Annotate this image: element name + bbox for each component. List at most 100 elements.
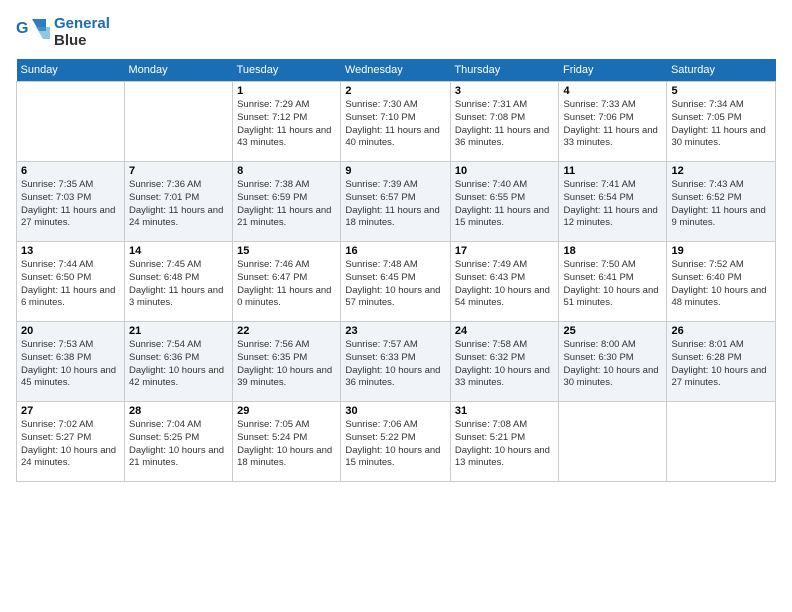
weekday-header: Monday — [125, 59, 233, 82]
day-number: 20 — [21, 325, 120, 337]
calendar-cell: 3Sunrise: 7:31 AM Sunset: 7:08 PM Daylig… — [450, 82, 559, 162]
day-info: Sunrise: 7:06 AM Sunset: 5:22 PM Dayligh… — [345, 419, 445, 470]
day-info: Sunrise: 7:53 AM Sunset: 6:38 PM Dayligh… — [21, 339, 120, 390]
day-info: Sunrise: 7:49 AM Sunset: 6:43 PM Dayligh… — [455, 259, 555, 310]
weekday-header: Saturday — [667, 59, 776, 82]
day-number: 30 — [345, 405, 445, 417]
day-info: Sunrise: 8:01 AM Sunset: 6:28 PM Dayligh… — [671, 339, 771, 390]
calendar-cell: 28 Sunrise: 7:04 AM Sunset: 5:25 PM Dayli… — [125, 402, 233, 482]
calendar-cell: 29 Sunrise: 7:05 AM Sunset: 5:24 PM Dayli… — [233, 402, 341, 482]
calendar-cell — [125, 82, 233, 162]
calendar-cell: 9Sunrise: 7:39 AM Sunset: 6:57 PM Daylig… — [341, 162, 450, 242]
day-info: Sunrise: 7:36 AM Sunset: 7:01 PM Dayligh… — [129, 179, 228, 230]
day-info: Sunrise: 7:39 AM Sunset: 6:57 PM Dayligh… — [345, 179, 445, 230]
day-number: 14 — [129, 245, 228, 257]
calendar-week-row: 20 Sunrise: 7:53 AM Sunset: 6:38 PM Dayli… — [17, 322, 776, 402]
calendar-cell — [667, 402, 776, 482]
calendar-cell: 6 Sunrise: 7:35 AM Sunset: 7:03 PM Daylig… — [17, 162, 125, 242]
day-info: Sunrise: 7:30 AM Sunset: 7:10 PM Dayligh… — [345, 99, 445, 150]
day-number: 25 — [563, 325, 662, 337]
day-info: Sunrise: 7:48 AM Sunset: 6:45 PM Dayligh… — [345, 259, 445, 310]
day-number: 10 — [455, 165, 555, 177]
day-info: Sunrise: 7:50 AM Sunset: 6:41 PM Dayligh… — [563, 259, 662, 310]
calendar-cell: 15 Sunrise: 7:46 AM Sunset: 6:47 PM Dayli… — [233, 242, 341, 322]
day-info: Sunrise: 7:05 AM Sunset: 5:24 PM Dayligh… — [237, 419, 336, 470]
day-number: 8 — [237, 165, 336, 177]
day-info: Sunrise: 7:54 AM Sunset: 6:36 PM Dayligh… — [129, 339, 228, 390]
calendar-page: G General Blue SundayMondayTuesdayWednes… — [0, 0, 792, 612]
day-info: Sunrise: 7:44 AM Sunset: 6:50 PM Dayligh… — [21, 259, 120, 310]
calendar-cell: 11 Sunrise: 7:41 AM Sunset: 6:54 PM Dayli… — [559, 162, 667, 242]
calendar-week-row: 6 Sunrise: 7:35 AM Sunset: 7:03 PM Daylig… — [17, 162, 776, 242]
day-number: 15 — [237, 245, 336, 257]
calendar-cell: 14Sunrise: 7:45 AM Sunset: 6:48 PM Dayli… — [125, 242, 233, 322]
day-number: 5 — [671, 85, 771, 97]
day-number: 23 — [345, 325, 445, 337]
calendar-cell: 31Sunrise: 7:08 AM Sunset: 5:21 PM Dayli… — [450, 402, 559, 482]
day-info: Sunrise: 7:52 AM Sunset: 6:40 PM Dayligh… — [671, 259, 771, 310]
logo-name-bottom: Blue — [54, 33, 110, 50]
logo-svg: G — [16, 17, 52, 49]
weekday-header: Wednesday — [341, 59, 450, 82]
day-number: 3 — [455, 85, 555, 97]
day-info: Sunrise: 7:33 AM Sunset: 7:06 PM Dayligh… — [563, 99, 662, 150]
calendar-cell: 22 Sunrise: 7:56 AM Sunset: 6:35 PM Dayli… — [233, 322, 341, 402]
day-info: Sunrise: 7:04 AM Sunset: 5:25 PM Dayligh… — [129, 419, 228, 470]
day-number: 24 — [455, 325, 555, 337]
day-info: Sunrise: 7:46 AM Sunset: 6:47 PM Dayligh… — [237, 259, 336, 310]
day-info: Sunrise: 7:08 AM Sunset: 5:21 PM Dayligh… — [455, 419, 555, 470]
day-number: 6 — [21, 165, 120, 177]
calendar-week-row: 27Sunrise: 7:02 AM Sunset: 5:27 PM Dayli… — [17, 402, 776, 482]
calendar-week-row: 13Sunrise: 7:44 AM Sunset: 6:50 PM Dayli… — [17, 242, 776, 322]
calendar-cell: 12Sunrise: 7:43 AM Sunset: 6:52 PM Dayli… — [667, 162, 776, 242]
calendar-cell: 24Sunrise: 7:58 AM Sunset: 6:32 PM Dayli… — [450, 322, 559, 402]
day-number: 19 — [671, 245, 771, 257]
weekday-header: Tuesday — [233, 59, 341, 82]
calendar-cell: 26 Sunrise: 8:01 AM Sunset: 6:28 PM Dayli… — [667, 322, 776, 402]
calendar-cell: 30 Sunrise: 7:06 AM Sunset: 5:22 PM Dayli… — [341, 402, 450, 482]
day-number: 12 — [671, 165, 771, 177]
day-number: 17 — [455, 245, 555, 257]
svg-text:G: G — [16, 20, 28, 37]
calendar-cell — [559, 402, 667, 482]
calendar-cell: 4 Sunrise: 7:33 AM Sunset: 7:06 PM Daylig… — [559, 82, 667, 162]
calendar-cell: 5Sunrise: 7:34 AM Sunset: 7:05 PM Daylig… — [667, 82, 776, 162]
day-number: 29 — [237, 405, 336, 417]
logo: G General Blue — [16, 16, 110, 49]
day-number: 28 — [129, 405, 228, 417]
day-number: 18 — [563, 245, 662, 257]
calendar-cell: 18 Sunrise: 7:50 AM Sunset: 6:41 PM Dayli… — [559, 242, 667, 322]
calendar-cell: 25Sunrise: 8:00 AM Sunset: 6:30 PM Dayli… — [559, 322, 667, 402]
calendar-cell — [17, 82, 125, 162]
calendar-cell: 16 Sunrise: 7:48 AM Sunset: 6:45 PM Dayli… — [341, 242, 450, 322]
calendar-week-row: 1 Sunrise: 7:29 AM Sunset: 7:12 PM Daylig… — [17, 82, 776, 162]
day-number: 22 — [237, 325, 336, 337]
day-number: 2 — [345, 85, 445, 97]
day-info: Sunrise: 7:41 AM Sunset: 6:54 PM Dayligh… — [563, 179, 662, 230]
day-info: Sunrise: 7:29 AM Sunset: 7:12 PM Dayligh… — [237, 99, 336, 150]
calendar-cell: 17 Sunrise: 7:49 AM Sunset: 6:43 PM Dayli… — [450, 242, 559, 322]
day-info: Sunrise: 7:56 AM Sunset: 6:35 PM Dayligh… — [237, 339, 336, 390]
header: G General Blue — [16, 16, 776, 49]
weekday-header: Friday — [559, 59, 667, 82]
day-number: 26 — [671, 325, 771, 337]
weekday-header: Sunday — [17, 59, 125, 82]
day-number: 4 — [563, 85, 662, 97]
logo-name-top: General — [54, 16, 110, 33]
calendar-cell: 10Sunrise: 7:40 AM Sunset: 6:55 PM Dayli… — [450, 162, 559, 242]
weekday-header: Thursday — [450, 59, 559, 82]
day-info: Sunrise: 7:38 AM Sunset: 6:59 PM Dayligh… — [237, 179, 336, 230]
calendar-cell: 8 Sunrise: 7:38 AM Sunset: 6:59 PM Daylig… — [233, 162, 341, 242]
day-number: 16 — [345, 245, 445, 257]
calendar-cell: 19 Sunrise: 7:52 AM Sunset: 6:40 PM Dayli… — [667, 242, 776, 322]
day-number: 1 — [237, 85, 336, 97]
weekday-header-row: SundayMondayTuesdayWednesdayThursdayFrid… — [17, 59, 776, 82]
day-number: 11 — [563, 165, 662, 177]
calendar-table: SundayMondayTuesdayWednesdayThursdayFrid… — [16, 59, 776, 482]
calendar-cell: 21Sunrise: 7:54 AM Sunset: 6:36 PM Dayli… — [125, 322, 233, 402]
day-number: 7 — [129, 165, 228, 177]
calendar-cell: 23 Sunrise: 7:57 AM Sunset: 6:33 PM Dayli… — [341, 322, 450, 402]
day-info: Sunrise: 7:35 AM Sunset: 7:03 PM Dayligh… — [21, 179, 120, 230]
day-number: 27 — [21, 405, 120, 417]
day-info: Sunrise: 7:57 AM Sunset: 6:33 PM Dayligh… — [345, 339, 445, 390]
